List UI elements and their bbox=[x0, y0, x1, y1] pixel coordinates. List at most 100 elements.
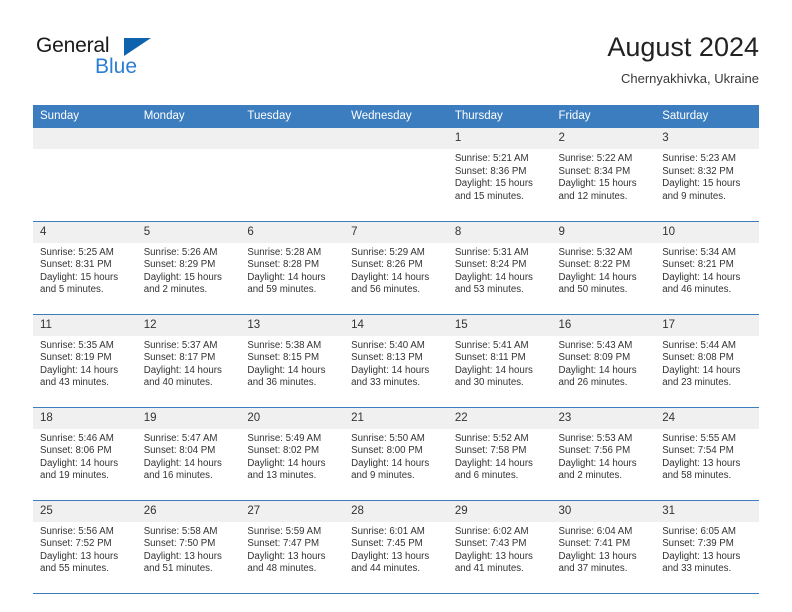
daylight-text-line2: and 50 minutes. bbox=[558, 284, 628, 296]
day-cell[interactable]: 13 Sunrise: 5:38 AM Sunset: 8:15 PM Dayl… bbox=[240, 314, 345, 408]
day-details: Sunrise: 5:50 AM Sunset: 8:00 PM Dayligh… bbox=[344, 429, 448, 483]
day-cell[interactable]: 18 Sunrise: 5:46 AM Sunset: 8:06 PM Dayl… bbox=[33, 407, 137, 501]
day-details: Sunrise: 5:35 AM Sunset: 8:19 PM Dayligh… bbox=[33, 336, 137, 390]
day-number: 20 bbox=[240, 407, 345, 429]
day-details: Sunrise: 5:29 AM Sunset: 8:26 PM Dayligh… bbox=[344, 243, 448, 297]
sunset-text: Sunset: 8:22 PM bbox=[558, 259, 631, 271]
day-cell[interactable]: 10 Sunrise: 5:34 AM Sunset: 8:21 PM Dayl… bbox=[655, 221, 759, 315]
column-header-tuesday: Tuesday bbox=[240, 105, 345, 128]
day-cell[interactable]: 1 Sunrise: 5:21 AM Sunset: 8:36 PM Dayli… bbox=[447, 128, 552, 222]
sunset-text: Sunset: 8:04 PM bbox=[143, 445, 216, 457]
daylight-text-line1: Daylight: 14 hours bbox=[351, 457, 430, 469]
week-row: 1 Sunrise: 5:21 AM Sunset: 8:36 PM Dayli… bbox=[33, 128, 759, 222]
daylight-text-line1: Daylight: 14 hours bbox=[662, 271, 741, 283]
daylight-text-line2: and 16 minutes. bbox=[143, 470, 213, 482]
day-cell[interactable]: 19 Sunrise: 5:47 AM Sunset: 8:04 PM Dayl… bbox=[136, 407, 241, 501]
day-cell[interactable]: 9 Sunrise: 5:32 AM Sunset: 8:22 PM Dayli… bbox=[551, 221, 656, 315]
general-blue-logo[interactable]: General Blue bbox=[33, 34, 233, 90]
week-row: 4 Sunrise: 5:25 AM Sunset: 8:31 PM Dayli… bbox=[33, 221, 759, 315]
daylight-text-line2: and 9 minutes. bbox=[351, 470, 415, 482]
day-details: Sunrise: 6:04 AM Sunset: 7:41 PM Dayligh… bbox=[552, 522, 656, 576]
day-details: Sunrise: 6:05 AM Sunset: 7:39 PM Dayligh… bbox=[655, 522, 759, 576]
day-cell[interactable]: 3 Sunrise: 5:23 AM Sunset: 8:32 PM Dayli… bbox=[655, 128, 759, 222]
day-cell[interactable]: 23 Sunrise: 5:53 AM Sunset: 7:56 PM Dayl… bbox=[551, 407, 656, 501]
day-number bbox=[240, 128, 345, 149]
day-details: Sunrise: 5:21 AM Sunset: 8:36 PM Dayligh… bbox=[448, 149, 552, 203]
daylight-text-line1: Daylight: 15 hours bbox=[558, 178, 637, 190]
daylight-text-line2: and 9 minutes. bbox=[662, 190, 726, 202]
sunset-text: Sunset: 8:13 PM bbox=[351, 352, 423, 364]
daylight-text-line2: and 5 minutes. bbox=[40, 284, 104, 296]
daylight-text-line1: Daylight: 14 hours bbox=[143, 364, 222, 376]
day-number: 5 bbox=[136, 221, 241, 243]
day-cell[interactable]: 21 Sunrise: 5:50 AM Sunset: 8:00 PM Dayl… bbox=[344, 407, 448, 501]
day-cell[interactable]: 20 Sunrise: 5:49 AM Sunset: 8:02 PM Dayl… bbox=[240, 407, 345, 501]
day-cell[interactable]: 12 Sunrise: 5:37 AM Sunset: 8:17 PM Dayl… bbox=[136, 314, 241, 408]
daylight-text-line1: Daylight: 14 hours bbox=[143, 457, 222, 469]
day-cell[interactable]: 14 Sunrise: 5:40 AM Sunset: 8:13 PM Dayl… bbox=[344, 314, 448, 408]
sunset-text: Sunset: 8:06 PM bbox=[40, 445, 112, 457]
day-cell[interactable]: 30 Sunrise: 6:04 AM Sunset: 7:41 PM Dayl… bbox=[551, 500, 656, 594]
sunset-text: Sunset: 7:39 PM bbox=[662, 538, 734, 550]
daylight-text-line1: Daylight: 14 hours bbox=[247, 271, 326, 283]
day-number: 15 bbox=[447, 314, 552, 336]
sunrise-text: Sunrise: 5:34 AM bbox=[662, 246, 736, 258]
day-cell[interactable]: 8 Sunrise: 5:31 AM Sunset: 8:24 PM Dayli… bbox=[447, 221, 552, 315]
day-details: Sunrise: 5:41 AM Sunset: 8:11 PM Dayligh… bbox=[448, 336, 552, 390]
column-header-thursday: Thursday bbox=[447, 105, 552, 128]
day-cell[interactable]: 29 Sunrise: 6:02 AM Sunset: 7:43 PM Dayl… bbox=[447, 500, 552, 594]
sunrise-text: Sunrise: 5:52 AM bbox=[454, 432, 529, 444]
day-cell[interactable]: 6 Sunrise: 5:28 AM Sunset: 8:28 PM Dayli… bbox=[240, 221, 345, 315]
day-cell[interactable]: 5 Sunrise: 5:26 AM Sunset: 8:29 PM Dayli… bbox=[136, 221, 241, 315]
day-cell[interactable]: 31 Sunrise: 6:05 AM Sunset: 7:39 PM Dayl… bbox=[655, 500, 759, 594]
day-number: 7 bbox=[344, 221, 448, 243]
day-number: 1 bbox=[447, 128, 552, 149]
day-cell[interactable]: 28 Sunrise: 6:01 AM Sunset: 7:45 PM Dayl… bbox=[344, 500, 448, 594]
daylight-text-line1: Daylight: 15 hours bbox=[454, 178, 533, 190]
daylight-text-line1: Daylight: 14 hours bbox=[40, 364, 119, 376]
day-details: Sunrise: 5:40 AM Sunset: 8:13 PM Dayligh… bbox=[344, 336, 448, 390]
day-number bbox=[344, 128, 448, 149]
day-details: Sunrise: 5:52 AM Sunset: 7:58 PM Dayligh… bbox=[448, 429, 552, 483]
daylight-text-line2: and 2 minutes. bbox=[143, 284, 208, 296]
day-cell[interactable]: 7 Sunrise: 5:29 AM Sunset: 8:26 PM Dayli… bbox=[344, 221, 448, 315]
sunset-text: Sunset: 7:43 PM bbox=[454, 538, 527, 550]
day-number: 4 bbox=[33, 221, 137, 243]
calendar-page: General Blue August 2024 Chernyakhivka, … bbox=[0, 0, 792, 612]
sunset-text: Sunset: 8:19 PM bbox=[40, 352, 112, 364]
day-cell[interactable]: 27 Sunrise: 5:59 AM Sunset: 7:47 PM Dayl… bbox=[240, 500, 345, 594]
day-cell[interactable]: 4 Sunrise: 5:25 AM Sunset: 8:31 PM Dayli… bbox=[33, 221, 137, 315]
day-cell[interactable]: 25 Sunrise: 5:56 AM Sunset: 7:52 PM Dayl… bbox=[33, 500, 137, 594]
daylight-text-line2: and 46 minutes. bbox=[662, 284, 732, 296]
daylight-text-line1: Daylight: 13 hours bbox=[454, 550, 533, 562]
day-number: 17 bbox=[655, 314, 759, 336]
day-cell[interactable]: 11 Sunrise: 5:35 AM Sunset: 8:19 PM Dayl… bbox=[33, 314, 137, 408]
title-block: August 2024 Chernyakhivka, Ukraine bbox=[607, 30, 759, 87]
day-details: Sunrise: 5:34 AM Sunset: 8:21 PM Dayligh… bbox=[655, 243, 759, 297]
daylight-text-line1: Daylight: 14 hours bbox=[454, 364, 533, 376]
day-cell[interactable]: 16 Sunrise: 5:43 AM Sunset: 8:09 PM Dayl… bbox=[551, 314, 656, 408]
day-cell[interactable]: 17 Sunrise: 5:44 AM Sunset: 8:08 PM Dayl… bbox=[655, 314, 759, 408]
day-cell[interactable]: 15 Sunrise: 5:41 AM Sunset: 8:11 PM Dayl… bbox=[447, 314, 552, 408]
day-cell[interactable]: 22 Sunrise: 5:52 AM Sunset: 7:58 PM Dayl… bbox=[447, 407, 552, 501]
daylight-text-line1: Daylight: 14 hours bbox=[247, 364, 326, 376]
daylight-text-line2: and 37 minutes. bbox=[558, 563, 628, 575]
day-details: Sunrise: 5:26 AM Sunset: 8:29 PM Dayligh… bbox=[137, 243, 241, 297]
day-number: 30 bbox=[551, 500, 656, 522]
daylight-text-line1: Daylight: 14 hours bbox=[351, 271, 430, 283]
daylight-text-line1: Daylight: 15 hours bbox=[40, 271, 119, 283]
day-details: Sunrise: 5:22 AM Sunset: 8:34 PM Dayligh… bbox=[552, 149, 656, 203]
day-number: 22 bbox=[447, 407, 552, 429]
day-cell[interactable]: 26 Sunrise: 5:58 AM Sunset: 7:50 PM Dayl… bbox=[136, 500, 241, 594]
sunrise-text: Sunrise: 5:40 AM bbox=[351, 339, 425, 351]
daylight-text-line2: and 43 minutes. bbox=[40, 377, 109, 389]
daylight-text-line1: Daylight: 13 hours bbox=[662, 550, 741, 562]
day-cell[interactable]: 24 Sunrise: 5:55 AM Sunset: 7:54 PM Dayl… bbox=[655, 407, 759, 501]
sunset-text: Sunset: 8:28 PM bbox=[247, 259, 320, 271]
day-cell-empty bbox=[344, 128, 448, 222]
day-cell[interactable]: 2 Sunrise: 5:22 AM Sunset: 8:34 PM Dayli… bbox=[551, 128, 656, 222]
sunset-text: Sunset: 8:17 PM bbox=[143, 352, 216, 364]
sunrise-text: Sunrise: 5:23 AM bbox=[662, 153, 736, 164]
day-details: Sunrise: 5:58 AM Sunset: 7:50 PM Dayligh… bbox=[137, 522, 241, 576]
day-number: 19 bbox=[136, 407, 241, 429]
